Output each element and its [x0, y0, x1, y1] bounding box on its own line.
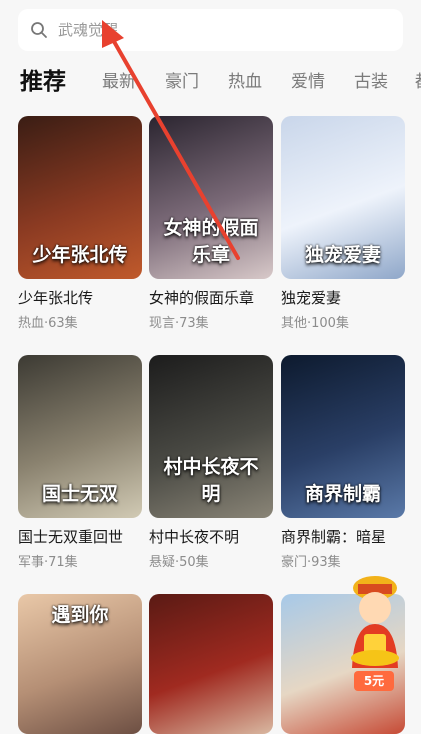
drama-card[interactable]: 女神的假面乐章 女神的假面乐章 现言·73集	[149, 116, 273, 331]
drama-title[interactable]: 女神的假面乐章	[149, 287, 279, 308]
drama-title[interactable]: 少年张北传	[18, 287, 148, 308]
poster[interactable]: 商界制霸	[281, 355, 405, 518]
tab-wealthy[interactable]: 豪门	[165, 62, 199, 102]
tab-urban[interactable]: 都	[415, 62, 421, 102]
tab-hot-blood[interactable]: 热血	[228, 62, 262, 102]
drama-title[interactable]: 独宠爱妻	[281, 287, 411, 308]
poster[interactable]: 国士无双	[18, 355, 142, 518]
drama-title[interactable]: 商界制霸：暗星	[281, 526, 411, 547]
drama-meta: 军事·71集	[18, 555, 78, 570]
drama-meta: 热血·63集	[18, 316, 78, 331]
drama-card[interactable]: 少年张北传 少年张北传 热血·63集	[18, 116, 142, 331]
poster[interactable]: 独宠爱妻	[281, 116, 405, 279]
poster-title: 商界制霸	[304, 483, 381, 505]
search-input[interactable]	[56, 20, 360, 40]
drama-card[interactable]: 独宠爱妻 独宠爱妻 其他·100集	[281, 116, 405, 331]
poster-title: 少年张北传	[32, 244, 128, 266]
drama-meta: 悬疑·50集	[149, 555, 209, 570]
poster-title: 遇到你	[51, 604, 109, 626]
poster[interactable]: 少年张北传	[18, 116, 142, 279]
reward-badge[interactable]: 5元	[354, 671, 394, 691]
drama-card[interactable]: 村中长夜不明 村中长夜不明 悬疑·50集	[149, 355, 273, 570]
poster-title: 女神的假面乐章	[163, 217, 259, 266]
drama-card[interactable]	[149, 594, 273, 734]
tab-recommend[interactable]: 推荐	[20, 62, 66, 102]
poster-title: 独宠爱妻	[304, 244, 381, 266]
tab-latest[interactable]: 最新	[102, 62, 136, 102]
drama-meta: 豪门·93集	[281, 555, 341, 570]
search-icon	[30, 21, 48, 39]
poster[interactable]: 女神的假面乐章	[149, 116, 273, 279]
poster[interactable]: 遇到你	[18, 594, 142, 734]
drama-title[interactable]: 村中长夜不明	[149, 526, 279, 547]
poster-title: 国士无双	[41, 483, 118, 505]
drama-title[interactable]: 国士无双重回世	[18, 526, 148, 547]
drama-card[interactable]: 遇到你	[18, 594, 142, 734]
poster[interactable]: 村中长夜不明	[149, 355, 273, 518]
poster-title: 村中长夜不明	[163, 456, 259, 505]
drama-meta: 现言·73集	[149, 316, 209, 331]
poster[interactable]	[149, 594, 273, 734]
tab-romance[interactable]: 爱情	[291, 62, 325, 102]
god-of-wealth-icon[interactable]	[340, 572, 410, 668]
search-bar[interactable]	[18, 9, 403, 51]
drama-card[interactable]: 商界制霸 商界制霸：暗星 豪门·93集	[281, 355, 405, 570]
category-tabs: 推荐 最新 豪门 热血 爱情 古装 都	[0, 62, 421, 102]
drama-meta: 其他·100集	[281, 316, 349, 331]
drama-card[interactable]: 国士无双 国士无双重回世 军事·71集	[18, 355, 142, 570]
tab-costume[interactable]: 古装	[354, 62, 388, 102]
